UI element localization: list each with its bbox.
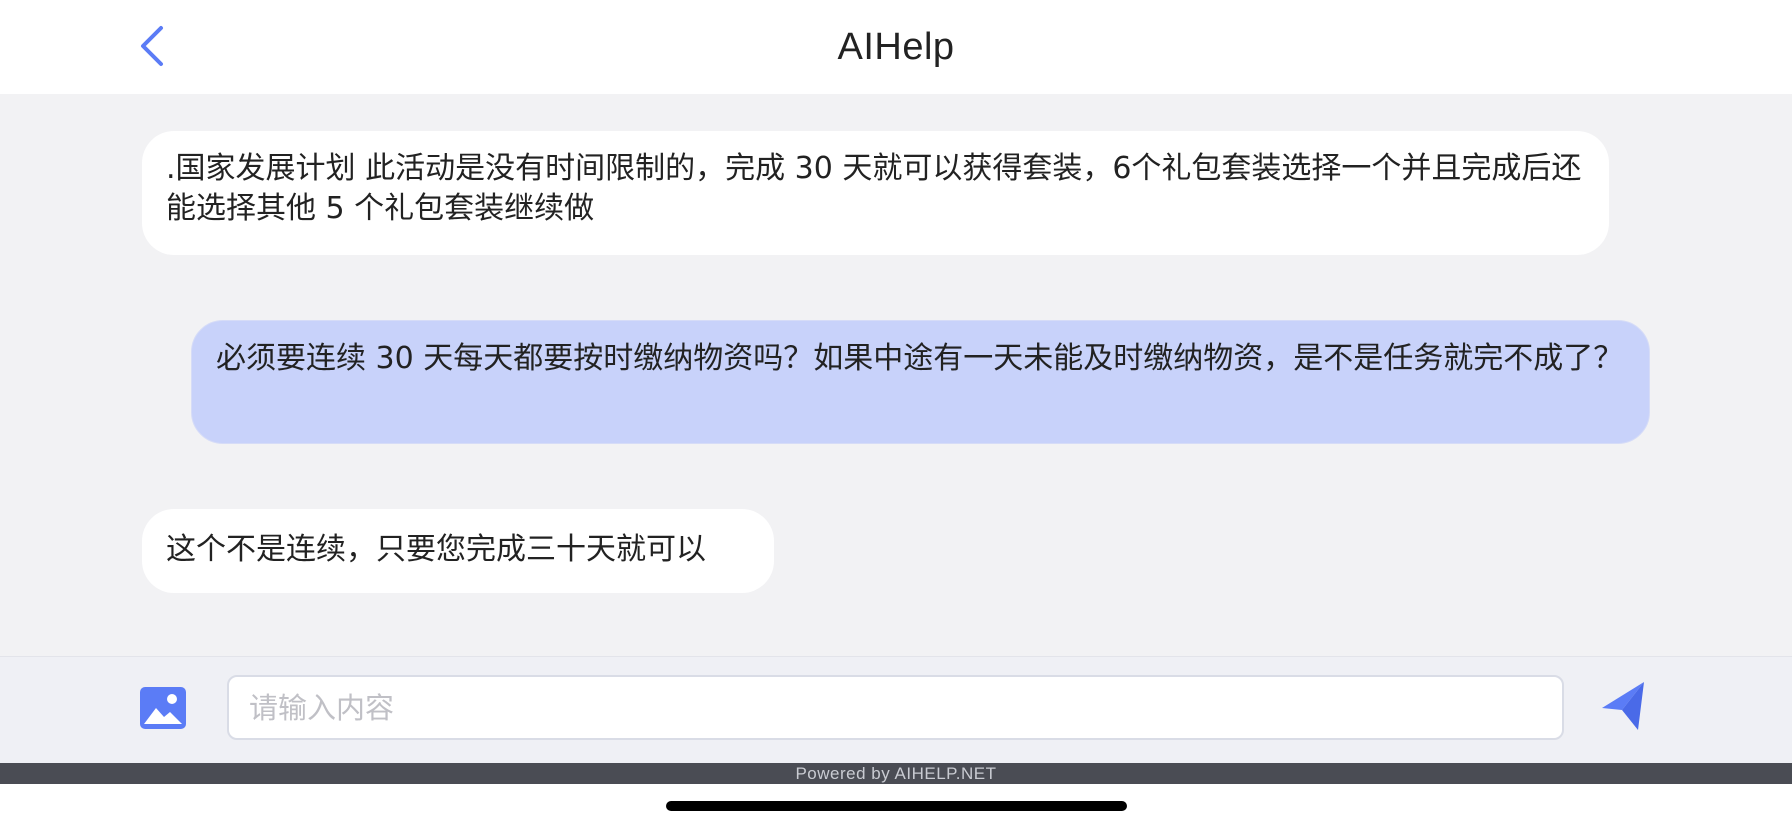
agent-message: .国家发展计划 此活动是没有时间限制的，完成 30 天就可以获得套装，6个礼包套… (142, 131, 1609, 255)
header-bar: AIHelp (0, 0, 1792, 94)
image-icon (140, 687, 186, 729)
attach-image-button[interactable] (139, 686, 187, 730)
message-input[interactable] (227, 675, 1564, 740)
agent-message: 这个不是连续，只要您完成三十天就可以 (142, 509, 774, 593)
send-button[interactable] (1600, 680, 1646, 732)
message-list[interactable]: .国家发展计划 此活动是没有时间限制的，完成 30 天就可以获得套装，6个礼包套… (0, 94, 1792, 656)
home-indicator[interactable] (666, 801, 1127, 811)
back-button[interactable] (132, 22, 172, 70)
composer-bar (0, 656, 1792, 763)
chevron-left-icon (141, 26, 163, 66)
chat-app: AIHelp .国家发展计划 此活动是没有时间限制的，完成 30 天就可以获得套… (0, 0, 1792, 828)
powered-by-footer: Powered by AIHELP.NET (0, 763, 1792, 784)
user-message: 必须要连续 30 天每天都要按时缴纳物资吗？如果中途有一天未能及时缴纳物资，是不… (191, 320, 1650, 444)
page-title: AIHelp (837, 25, 955, 68)
home-indicator-area (0, 784, 1792, 828)
send-icon (1602, 682, 1644, 730)
